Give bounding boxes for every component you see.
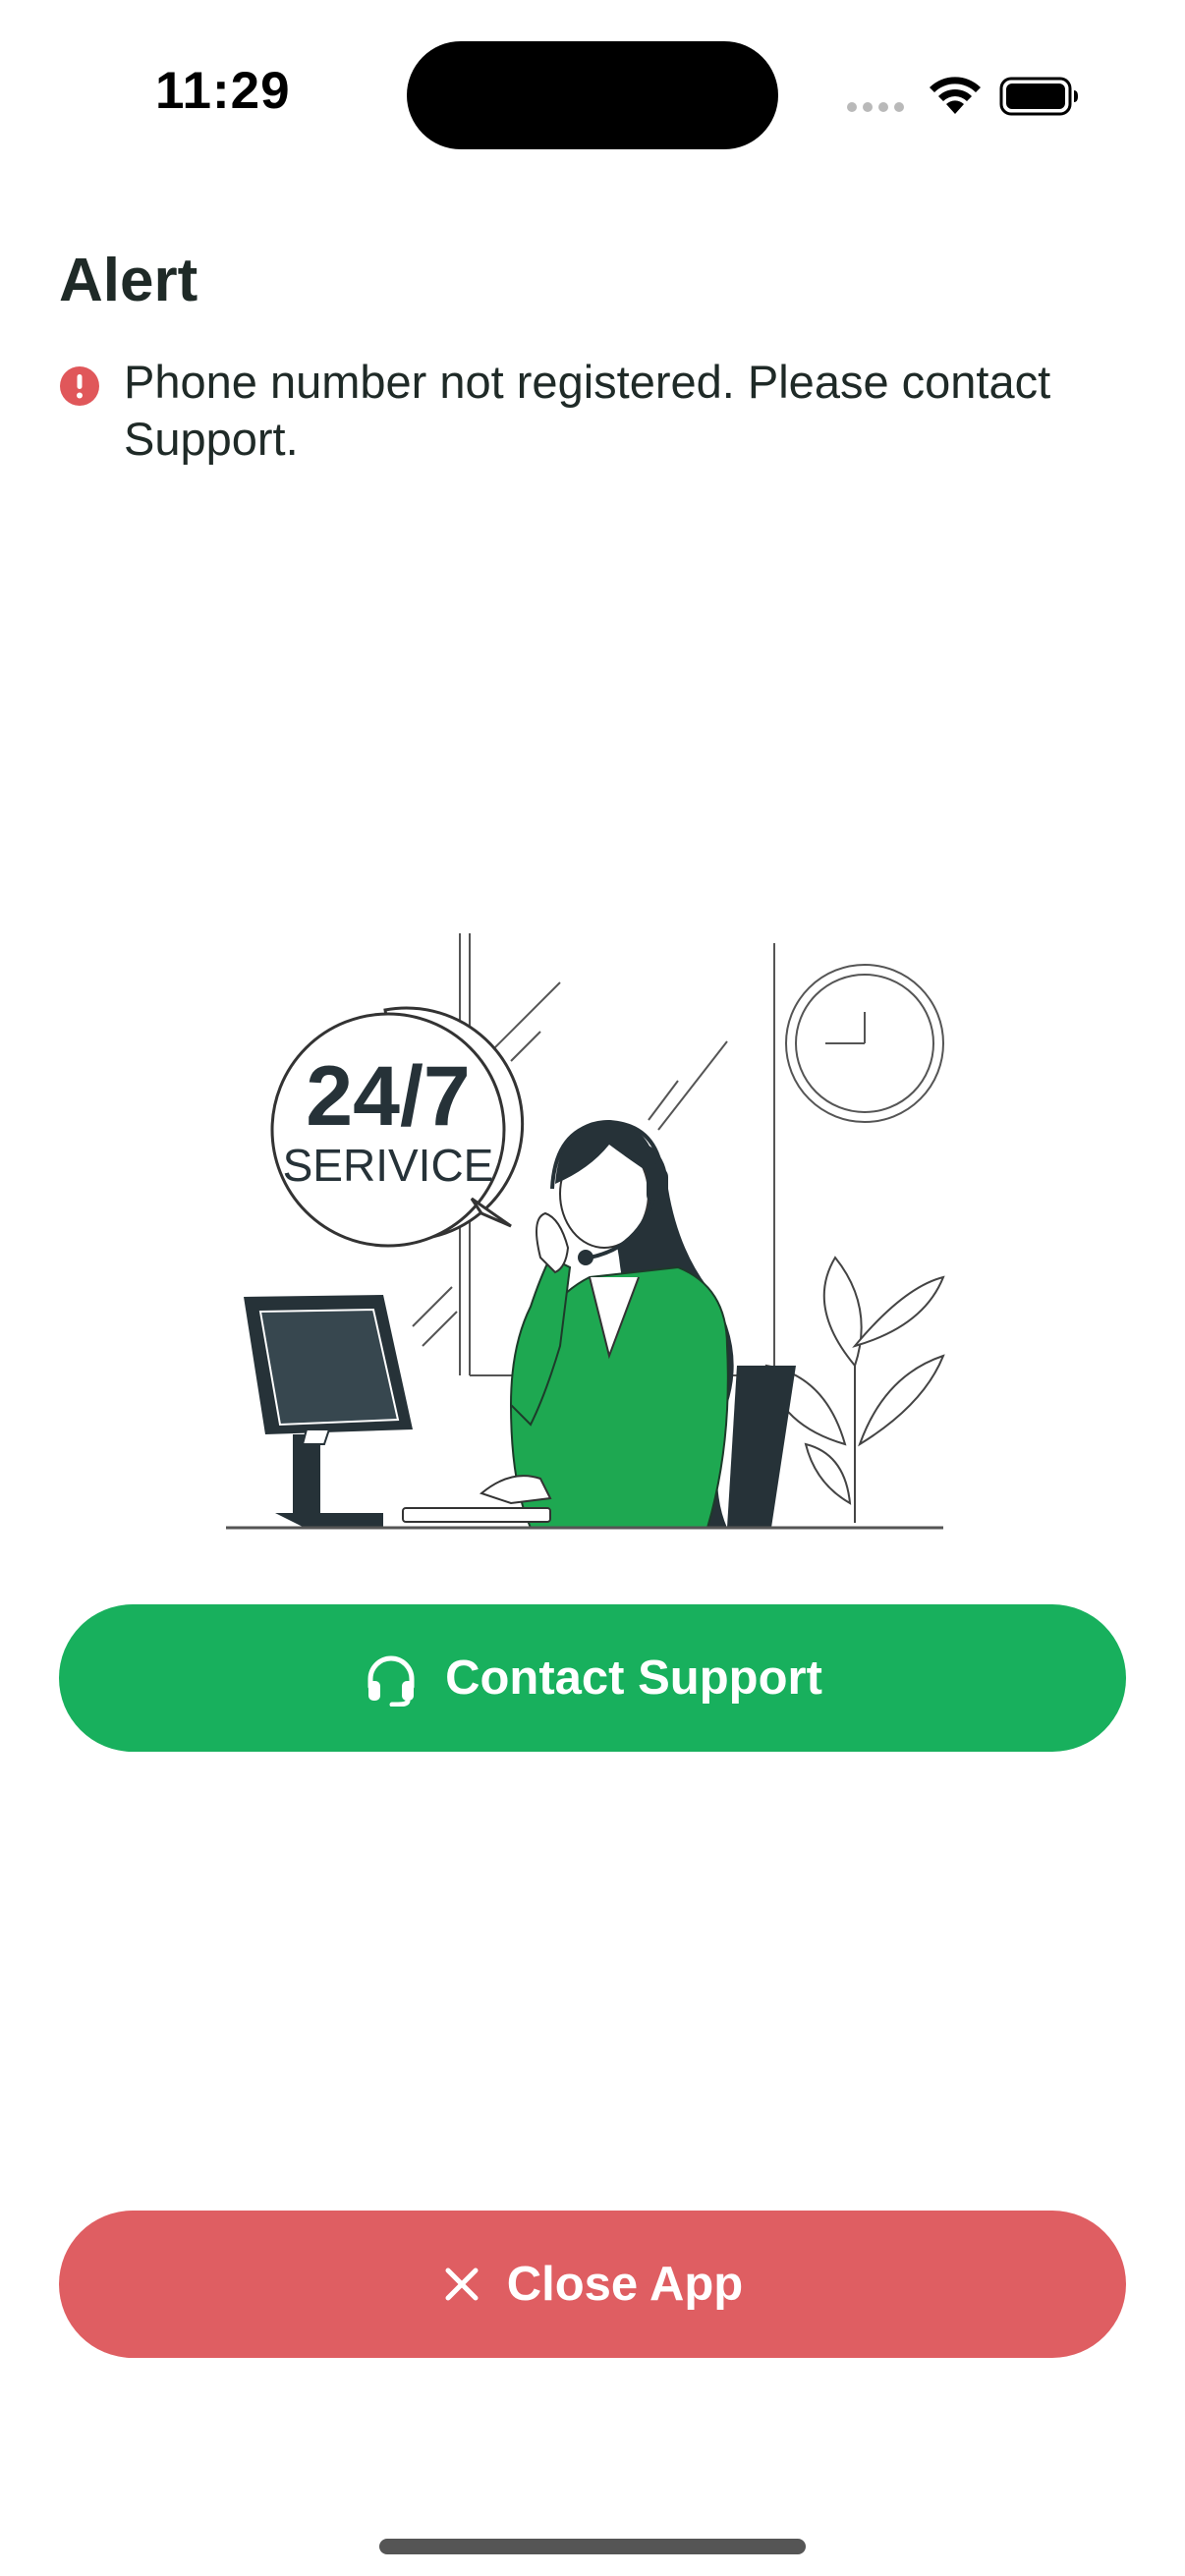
- alert-title: Alert: [59, 247, 198, 314]
- monitor-icon: [244, 1295, 413, 1528]
- headset-icon: [363, 1650, 420, 1707]
- alert-message: Phone number not registered. Please cont…: [124, 356, 1051, 465]
- chair: [727, 1366, 796, 1528]
- bubble-line1: 24/7: [306, 1049, 470, 1144]
- close-icon: [442, 2265, 481, 2304]
- bubble-line2: SERIVICE: [283, 1140, 494, 1191]
- speech-bubble: 24/7 SERIVICE: [270, 1006, 525, 1248]
- alert-message-row: Phone number not registered. Please cont…: [59, 354, 1130, 468]
- wall-clock-icon: [785, 964, 944, 1123]
- wifi-icon: [930, 77, 981, 114]
- exclamation-circle-icon: [60, 366, 99, 406]
- cellular-signal-icon: [847, 102, 904, 112]
- contact-support-label: Contact Support: [445, 1652, 822, 1705]
- close-app-label: Close App: [506, 2258, 744, 2311]
- home-indicator: [379, 2539, 806, 2554]
- contact-support-button[interactable]: Contact Support: [59, 1604, 1126, 1752]
- status-time: 11:29: [155, 62, 291, 120]
- keyboard: [402, 1507, 551, 1523]
- battery-icon: [999, 77, 1078, 116]
- dynamic-island: [407, 41, 778, 149]
- close-app-button[interactable]: Close App: [59, 2211, 1126, 2358]
- plant-icon: [764, 1256, 945, 1523]
- support-agent-illustration: 24/7 SERIVICE: [226, 933, 945, 1530]
